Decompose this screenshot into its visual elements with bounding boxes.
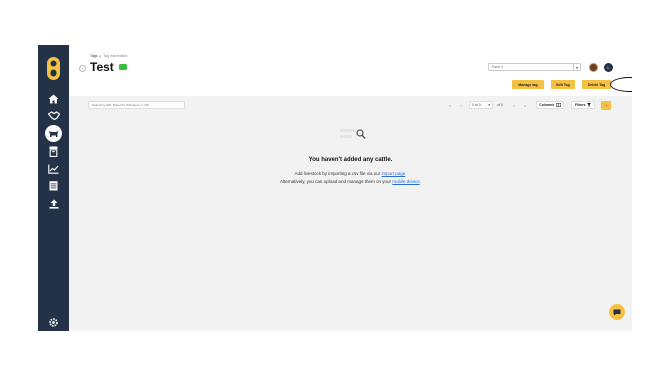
chevron-down-icon: ▾: [573, 64, 580, 71]
empty-state-line-2: Alternatively, you can upload and manage…: [69, 179, 632, 184]
content-area: « ‹ 0 to 0 ▾ of 0 › » Columns Filters ↑: [69, 96, 632, 331]
upload-button[interactable]: ↑: [601, 101, 611, 110]
gear-icon[interactable]: [46, 316, 61, 329]
chat-icon: [613, 309, 621, 315]
manage-tag-button[interactable]: Manage tag: [512, 80, 544, 89]
breadcrumb-separator-icon: ▸: [99, 54, 102, 58]
breadcrumb-current: Tag Information: [103, 54, 128, 58]
prev-page-icon[interactable]: ‹: [458, 101, 464, 109]
empty-line-1-end: .: [405, 171, 407, 176]
page-header: Tags ▸ Tag Information ‹ Test Farm 2 ▾ L…: [69, 45, 632, 96]
home-icon[interactable]: [46, 92, 61, 105]
filters-label: Filters: [574, 103, 586, 107]
tag-color-badge: [119, 64, 127, 70]
back-button[interactable]: ‹: [79, 65, 86, 72]
columns-button[interactable]: Columns: [536, 101, 564, 109]
breadcrumb: Tags ▸ Tag Information: [90, 54, 127, 58]
import-page-link[interactable]: import page: [382, 171, 406, 176]
app-window: Tags ▸ Tag Information ‹ Test Farm 2 ▾ L…: [38, 45, 632, 331]
farm-select-value: Farm 2: [492, 65, 504, 69]
next-page-icon[interactable]: ›: [511, 101, 517, 109]
filters-button[interactable]: Filters: [571, 101, 595, 109]
chart-icon[interactable]: [46, 162, 61, 175]
page-range-select[interactable]: 0 to 0 ▾: [469, 101, 493, 109]
mobile-device-link[interactable]: mobile device: [392, 179, 420, 184]
farm-select[interactable]: Farm 2 ▾: [488, 63, 581, 71]
empty-state-title: You haven't added any cattle.: [308, 157, 393, 163]
farm-avatar[interactable]: [589, 63, 598, 72]
delete-tag-button[interactable]: Delete Tag: [582, 80, 611, 89]
search-input[interactable]: [88, 101, 185, 109]
columns-icon: [555, 103, 561, 107]
page-title: Test: [90, 60, 114, 74]
upload-icon[interactable]: [46, 197, 61, 210]
last-page-icon[interactable]: »: [522, 101, 528, 109]
chevron-down-icon: ▾: [488, 103, 490, 107]
empty-line-2-end: .: [419, 179, 422, 184]
empty-state-line-1: Add livestock by importing a csv file vi…: [69, 171, 632, 176]
sidebar: [38, 45, 69, 331]
first-page-icon[interactable]: «: [447, 101, 453, 109]
handshake-icon[interactable]: [46, 109, 61, 122]
chevron-left-icon: ‹: [81, 65, 84, 71]
empty-search-illustration: [340, 129, 366, 139]
columns-label: Columns: [539, 103, 555, 107]
page-range-value: 0 to 0: [472, 103, 481, 107]
logo-icon[interactable]: [44, 56, 63, 81]
breadcrumb-tags[interactable]: Tags: [90, 54, 97, 58]
arrow-up-icon: ↑: [605, 103, 607, 108]
filter-icon: [587, 103, 591, 107]
cattle-icon[interactable]: [45, 125, 62, 142]
edit-tag-button[interactable]: Edit Tag: [551, 80, 575, 89]
page-of: of 0: [497, 103, 503, 107]
calendar-icon[interactable]: [46, 179, 61, 192]
chat-button[interactable]: [609, 304, 625, 320]
highlight-ring: [610, 77, 632, 92]
empty-line-1-text: Add livestock by importing a csv file vi…: [294, 171, 382, 176]
main-panel: Tags ▸ Tag Information ‹ Test Farm 2 ▾ L…: [69, 45, 632, 331]
user-avatar[interactable]: L: [604, 63, 613, 72]
empty-line-2-text: Alternatively, you can upload and manage…: [279, 179, 393, 184]
archive-icon[interactable]: [46, 145, 61, 158]
